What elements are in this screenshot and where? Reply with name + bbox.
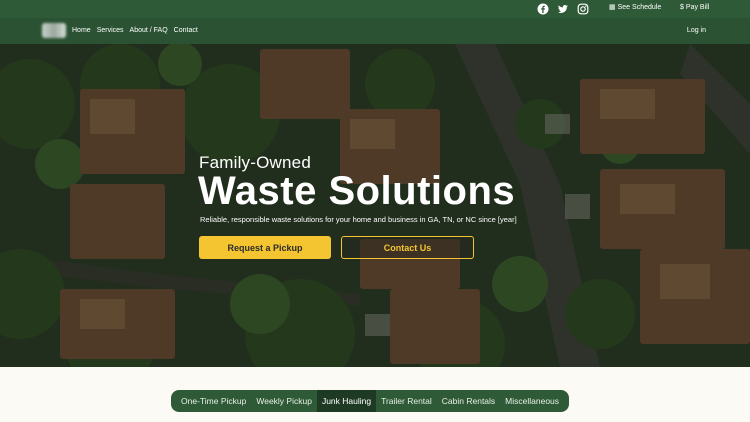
nav-item-home[interactable]: Home — [72, 27, 91, 34]
nav-links: Home Services About / FAQ Contact — [72, 27, 198, 34]
tab-miscellaneous[interactable]: Miscellaneous — [500, 390, 569, 412]
dollar-icon: $ — [680, 4, 684, 11]
facebook-icon[interactable] — [537, 3, 549, 15]
see-schedule-link[interactable]: ▦ See Schedule — [609, 4, 661, 11]
tab-trailer-rental[interactable]: Trailer Rental — [376, 390, 437, 412]
login-link[interactable]: Log in — [687, 27, 706, 34]
main-navigation: Home Services About / FAQ Contact Log in — [0, 18, 750, 44]
pay-bill-link[interactable]: $ Pay Bill — [680, 4, 709, 11]
tab-cabin-rentals[interactable]: Cabin Rentals — [437, 390, 500, 412]
hero-tagline: Reliable, responsible waste solutions fo… — [200, 215, 517, 224]
tab-one-time-pickup[interactable]: One-Time Pickup — [171, 390, 251, 412]
twitter-icon[interactable] — [557, 3, 569, 15]
service-tabs: One-Time Pickup Weekly Pickup Junk Hauli… — [171, 390, 570, 412]
instagram-icon[interactable] — [577, 3, 589, 15]
see-schedule-label: See Schedule — [617, 4, 662, 11]
tab-junk-hauling[interactable]: Junk Hauling — [316, 390, 377, 412]
request-pickup-button[interactable]: Request a Pickup — [199, 236, 331, 259]
logo[interactable] — [42, 23, 66, 38]
tab-weekly-pickup[interactable]: Weekly Pickup — [251, 390, 317, 412]
pay-bill-label: Pay Bill — [685, 4, 710, 11]
contact-us-button[interactable]: Contact Us — [341, 236, 474, 259]
nav-item-about-faq[interactable]: About / FAQ — [130, 27, 168, 34]
hero-headline: Waste Solutions — [198, 169, 516, 213]
calendar-icon: ▦ — [609, 4, 616, 11]
nav-item-contact[interactable]: Contact — [174, 27, 198, 34]
social-links — [537, 3, 589, 15]
top-utility-bar: ▦ See Schedule $ Pay Bill — [0, 0, 750, 18]
hero-section: Family-Owned Waste Solutions Reliable, r… — [0, 44, 750, 367]
nav-item-services[interactable]: Services — [97, 27, 124, 34]
